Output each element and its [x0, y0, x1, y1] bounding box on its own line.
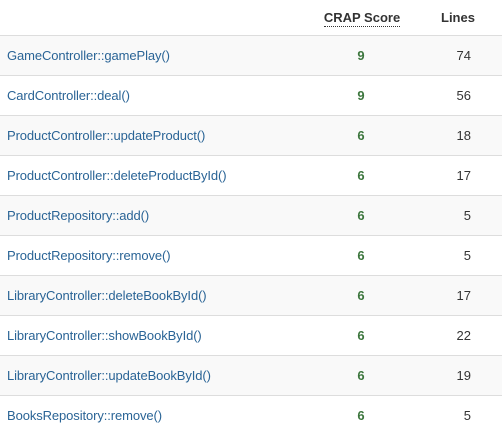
crap-score-header-label: CRAP Score	[324, 10, 400, 27]
crap-score-column-header: CRAP Score	[300, 0, 420, 36]
table-row: GameController::gamePlay() 9 74	[0, 36, 502, 76]
method-cell: ProductController::updateProduct()	[0, 116, 300, 156]
method-cell: LibraryController::showBookById()	[0, 316, 300, 356]
table-row: LibraryController::updateBookById() 6 19	[0, 356, 502, 396]
lines-cell: 17	[420, 156, 502, 196]
lines-cell: 5	[420, 236, 502, 276]
crap-score-cell: 6	[300, 236, 420, 276]
lines-cell: 56	[420, 76, 502, 116]
lines-cell: 19	[420, 356, 502, 396]
table-row: CardController::deal() 9 56	[0, 76, 502, 116]
table-body: GameController::gamePlay()974CardControl…	[0, 36, 502, 435]
method-link[interactable]: ProductRepository::add()	[7, 208, 149, 223]
method-link[interactable]: BooksRepository::remove()	[7, 408, 162, 423]
method-cell: CardController::deal()	[0, 76, 300, 116]
lines-cell: 22	[420, 316, 502, 356]
method-link[interactable]: LibraryController::updateBookById()	[7, 368, 211, 383]
lines-column-header: Lines	[420, 0, 502, 36]
crap-score-cell: 6	[300, 276, 420, 316]
crap-score-value: 6	[357, 408, 364, 423]
crap-score-value: 9	[357, 88, 364, 103]
method-cell: LibraryController::updateBookById()	[0, 356, 300, 396]
table-row: LibraryController::deleteBookById() 6 17	[0, 276, 502, 316]
crap-score-value: 6	[357, 328, 364, 343]
method-column-header	[0, 0, 300, 36]
crap-score-value: 6	[357, 128, 364, 143]
lines-cell: 74	[420, 36, 502, 76]
method-cell: BooksRepository::remove()	[0, 396, 300, 435]
crap-score-cell: 6	[300, 116, 420, 156]
table-row: ProductController::deleteProductById() 6 1…	[0, 156, 502, 196]
table-row: BooksRepository::remove() 6 5	[0, 396, 502, 435]
crap-score-cell: 6	[300, 316, 420, 356]
crap-score-value: 9	[357, 48, 364, 63]
crap-score-cell: 6	[300, 356, 420, 396]
table-row: ProductRepository::remove() 6 5	[0, 236, 502, 276]
crap-score-cell: 6	[300, 156, 420, 196]
crap-score-cell: 6	[300, 396, 420, 435]
header-row: CRAP Score Lines	[0, 0, 502, 36]
method-cell: ProductRepository::remove()	[0, 236, 300, 276]
table-row: ProductController::updateProduct() 6 18	[0, 116, 502, 156]
method-cell: GameController::gamePlay()	[0, 36, 300, 76]
method-link[interactable]: CardController::deal()	[7, 88, 130, 103]
method-link[interactable]: ProductController::updateProduct()	[7, 128, 205, 143]
method-link[interactable]: ProductController::deleteProductById()	[7, 168, 226, 183]
method-cell: ProductRepository::add()	[0, 196, 300, 236]
table-header: CRAP Score Lines	[0, 0, 502, 36]
crap-score-cell: 6	[300, 196, 420, 236]
crap-score-value: 6	[357, 368, 364, 383]
lines-cell: 5	[420, 196, 502, 236]
lines-cell: 18	[420, 116, 502, 156]
crap-score-cell: 9	[300, 36, 420, 76]
lines-cell: 5	[420, 396, 502, 435]
method-link[interactable]: LibraryController::deleteBookById()	[7, 288, 207, 303]
lines-cell: 17	[420, 276, 502, 316]
table-row: ProductRepository::add() 6 5	[0, 196, 502, 236]
crap-score-value: 6	[357, 168, 364, 183]
crap-score-cell: 9	[300, 76, 420, 116]
crap-table: CRAP Score Lines GameController::gamePla…	[0, 0, 502, 435]
crap-score-value: 6	[357, 208, 364, 223]
method-cell: ProductController::deleteProductById()	[0, 156, 300, 196]
table-row: LibraryController::showBookById() 6 22	[0, 316, 502, 356]
method-link[interactable]: LibraryController::showBookById()	[7, 328, 202, 343]
method-link[interactable]: ProductRepository::remove()	[7, 248, 170, 263]
method-cell: LibraryController::deleteBookById()	[0, 276, 300, 316]
crap-score-value: 6	[357, 248, 364, 263]
crap-score-value: 6	[357, 288, 364, 303]
method-link[interactable]: GameController::gamePlay()	[7, 48, 170, 63]
